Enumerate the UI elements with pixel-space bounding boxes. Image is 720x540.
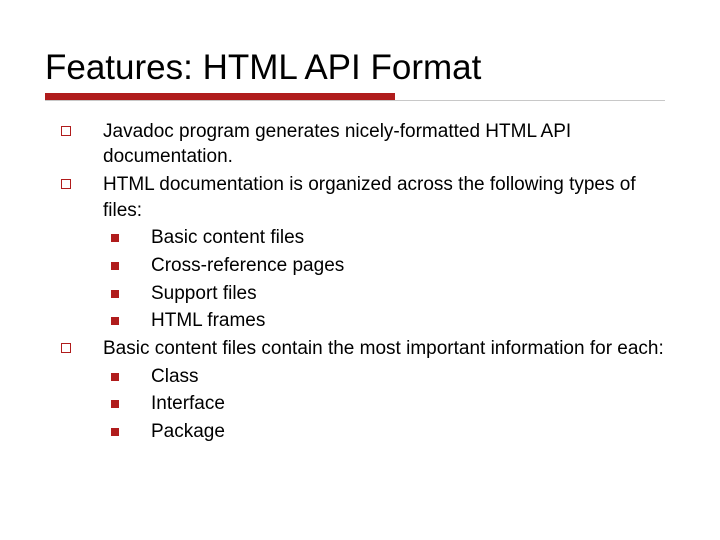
bullet-text: Support files [151,283,257,304]
list-item: Basic content files [103,225,675,251]
bullet-text: Basic content files contain the most imp… [103,338,664,359]
list-item: Package [103,419,675,445]
bullet-list: Javadoc program generates nicely-formatt… [55,119,675,445]
list-item: HTML frames [103,308,675,334]
bullet-text: Class [151,366,199,387]
slide: Features: HTML API Format Javadoc progra… [0,0,720,540]
bullet-text: HTML documentation is organized across t… [103,174,636,221]
bullet-text: Javadoc program generates nicely-formatt… [103,121,571,168]
divider-line [45,100,665,101]
list-item: Interface [103,391,675,417]
list-item: Class [103,364,675,390]
list-item: Javadoc program generates nicely-formatt… [55,119,675,170]
sub-list: Class Interface Package [103,364,675,445]
list-item: HTML documentation is organized across t… [55,172,675,334]
list-item: Cross-reference pages [103,253,675,279]
bullet-text: Interface [151,393,225,414]
bullet-text: Package [151,421,225,442]
bullet-text: Cross-reference pages [151,255,344,276]
slide-title: Features: HTML API Format [45,50,675,87]
title-rule [45,93,675,101]
accent-bar [45,93,395,100]
list-item: Support files [103,281,675,307]
bullet-text: HTML frames [151,310,265,331]
bullet-text: Basic content files [151,227,304,248]
list-item: Basic content files contain the most imp… [55,336,675,445]
sub-list: Basic content files Cross-reference page… [103,225,675,334]
